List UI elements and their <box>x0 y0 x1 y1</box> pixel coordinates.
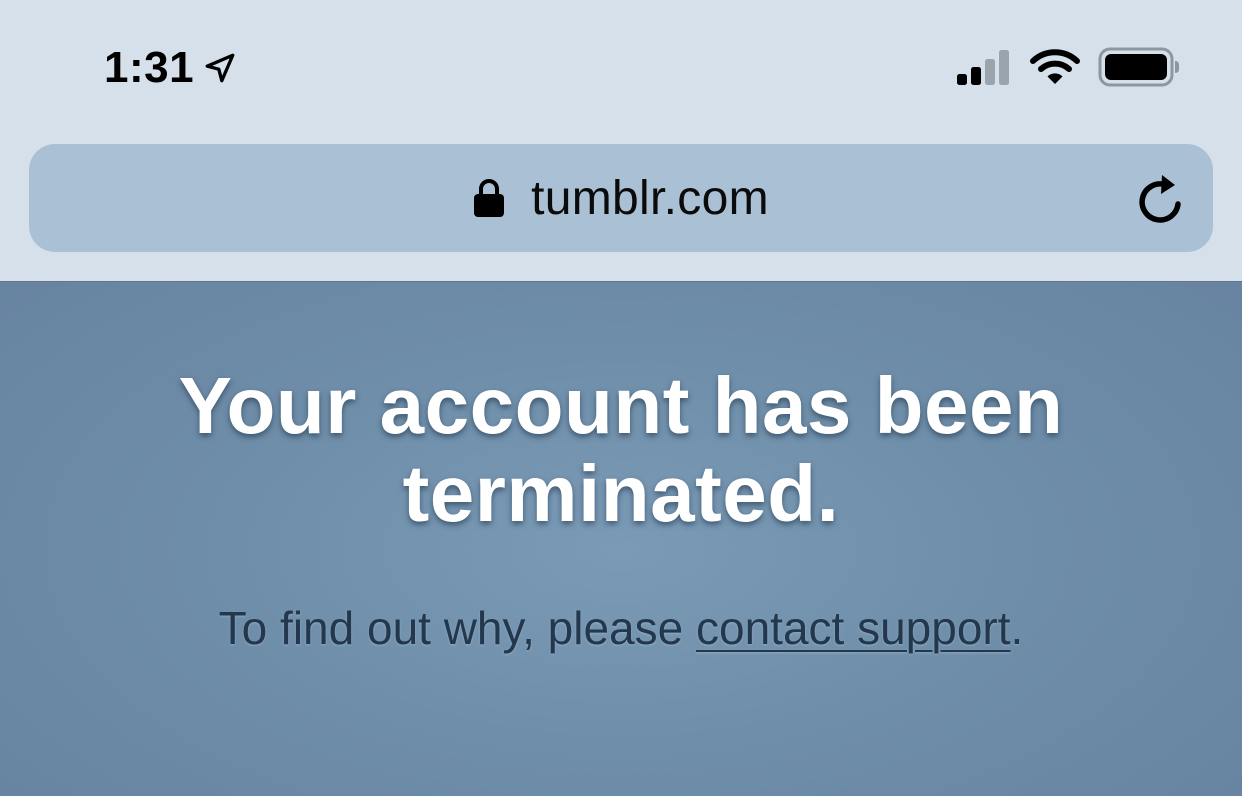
status-bar: 1:31 <box>0 0 1242 130</box>
support-message: To find out why, please contact support. <box>40 600 1202 656</box>
url-display[interactable]: tumblr.com <box>29 144 1213 252</box>
support-message-suffix: . <box>1010 602 1024 654</box>
support-message-prefix: To find out why, please <box>218 602 696 654</box>
clock-group: 1:31 <box>104 40 238 96</box>
location-arrow-icon <box>205 53 235 83</box>
wifi-icon <box>1030 49 1080 84</box>
title-line-2: terminated. <box>402 449 840 538</box>
page-content: Your account has been terminated. To fin… <box>0 282 1242 796</box>
address-bar[interactable]: tumblr.com <box>29 144 1213 252</box>
reload-icon[interactable] <box>1135 172 1187 226</box>
contact-support-link[interactable]: contact support <box>696 602 1011 654</box>
url-text: tumblr.com <box>531 171 769 225</box>
page-title: Your account has been terminated. <box>60 362 1182 538</box>
title-line-1: Your account has been <box>178 361 1064 450</box>
battery-icon <box>1098 47 1179 87</box>
lock-icon <box>474 179 505 217</box>
cellular-signal-icon <box>957 50 1009 85</box>
status-icons <box>956 46 1180 88</box>
status-time: 1:31 <box>104 43 195 92</box>
